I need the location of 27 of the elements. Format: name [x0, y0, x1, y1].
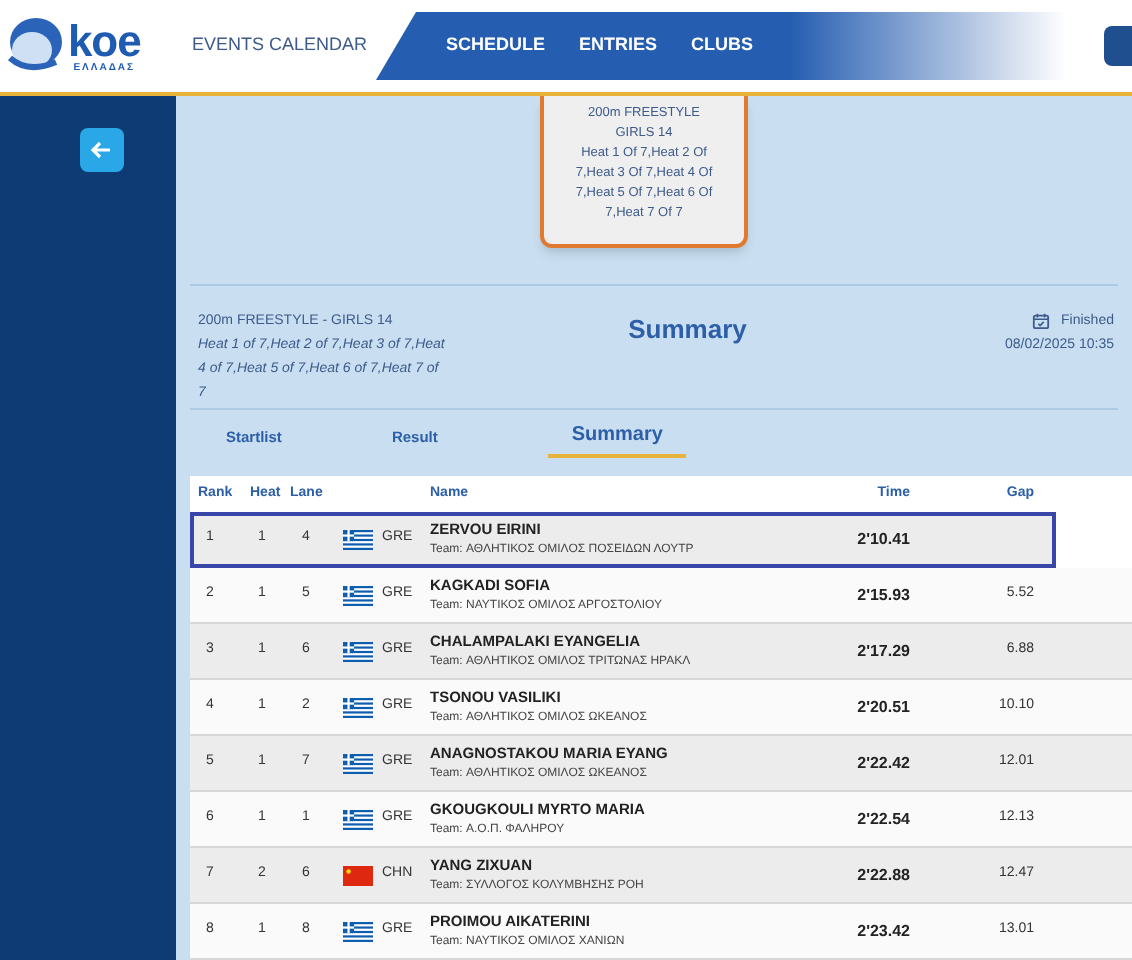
table-cell-text: 2'17.29	[855, 639, 910, 663]
greek-flag-icon	[342, 809, 374, 829]
page-title: Summary	[628, 311, 747, 348]
back-arrow-icon	[90, 138, 114, 162]
greek-flag-icon	[342, 529, 374, 549]
greek-flag-icon	[342, 697, 374, 717]
chinese-flag-icon	[342, 865, 374, 885]
greek-flag-icon	[342, 921, 374, 941]
table-cell-text: 2'22.88	[855, 863, 910, 887]
table-cell-text: 2'23.42	[855, 919, 910, 943]
table-cell-text: 2'22.54	[855, 807, 910, 831]
nav-link[interactable]: ENTRIES	[579, 32, 658, 60]
greek-flag-icon	[342, 585, 374, 605]
greek-flag-icon	[342, 753, 374, 773]
table-cell-text: 2'15.93	[855, 583, 910, 607]
menu-button[interactable]	[1104, 26, 1132, 66]
table-cell-text: 2'22.42	[855, 751, 910, 775]
nav-link[interactable]: EVENTS CALENDAR	[176, 32, 376, 60]
nav-link[interactable]: SCHEDULE	[446, 32, 546, 60]
logo-wordmark: koe	[68, 19, 141, 63]
greek-flag-icon	[342, 641, 374, 661]
table-cell-text: 2'20.51	[855, 695, 910, 719]
nav-link[interactable]: CLUBS	[691, 32, 754, 60]
tab[interactable]: Summary	[547, 419, 687, 458]
table-cell-text: 2'10.41	[855, 527, 910, 551]
calendar-check-icon	[1031, 312, 1050, 331]
back-button[interactable]	[80, 128, 124, 172]
